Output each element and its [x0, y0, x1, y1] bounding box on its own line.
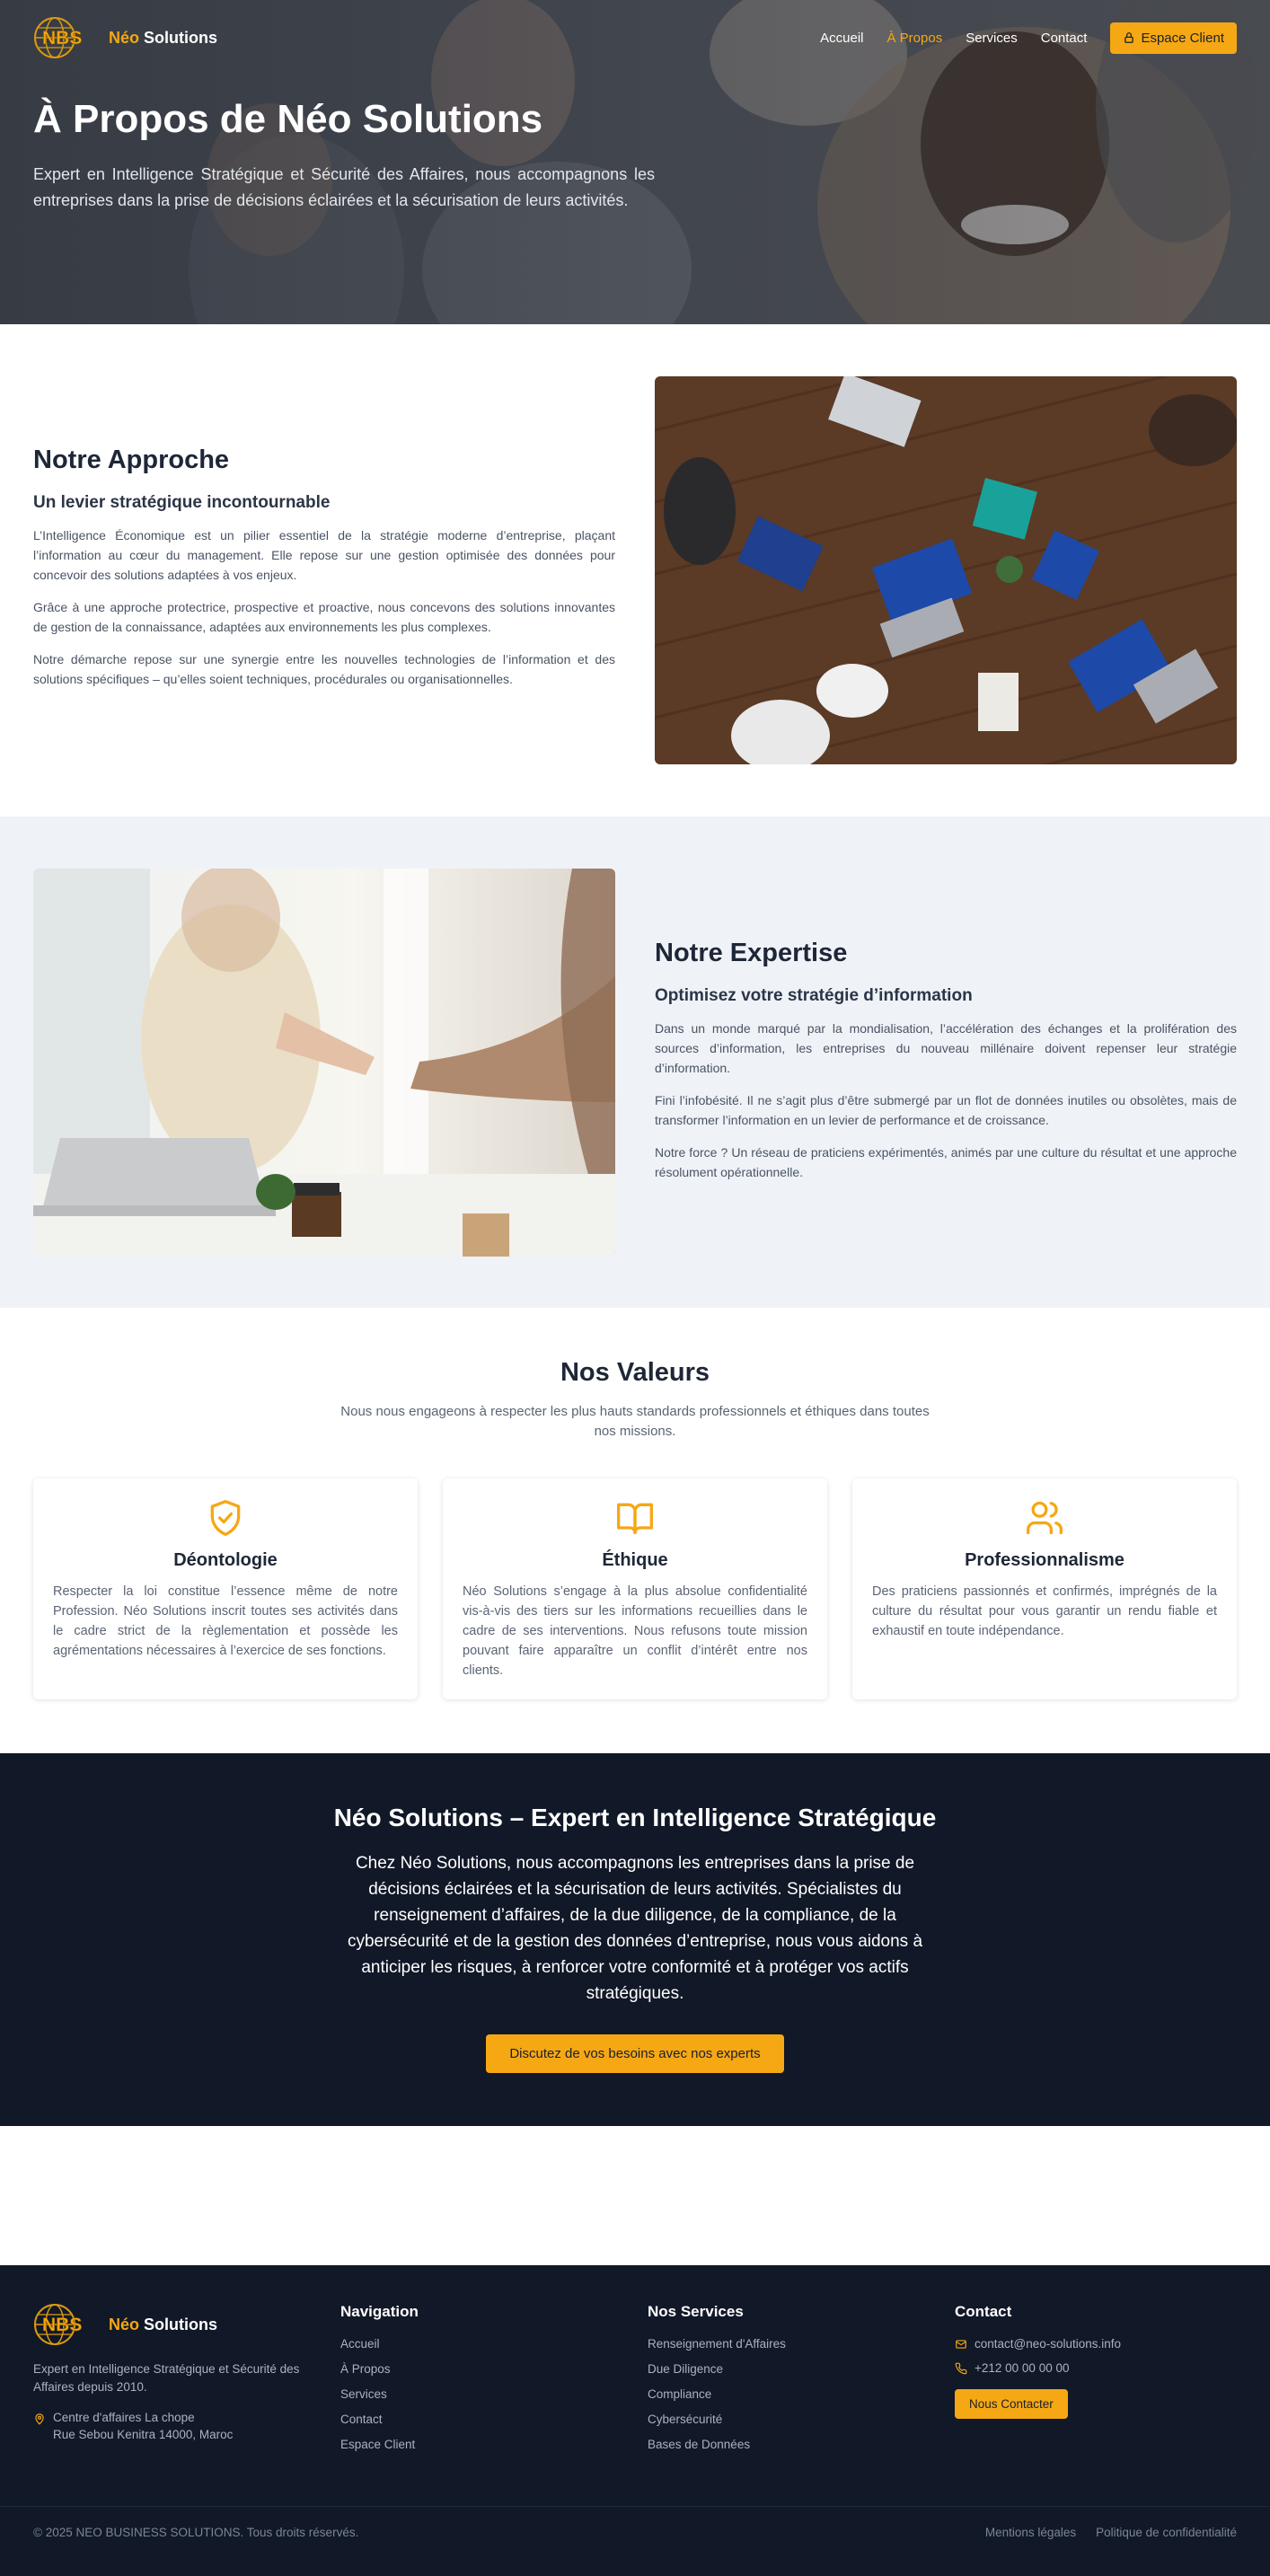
address-line: Centre d'affaires La chope	[53, 2411, 195, 2424]
approach-paragraph: Grâce à une approche protectrice, prospe…	[33, 600, 615, 634]
footer-contact-button[interactable]: Nous Contacter	[955, 2389, 1068, 2419]
value-card-title: Professionnalisme	[965, 1550, 1124, 1570]
privacy-policy-link[interactable]: Politique de confidentialité	[1096, 2526, 1237, 2539]
nbs-logo-icon: NBS	[34, 17, 83, 58]
lock-icon	[1124, 32, 1134, 43]
cta-section: Néo Solutions – Expert en Intelligence S…	[0, 1753, 1270, 2126]
address-line: Rue Sebou Kenitra 14000, Maroc	[53, 2428, 234, 2441]
value-card-professionnalisme: Professionnalisme Des praticiens passion…	[852, 1478, 1237, 1699]
footer-email[interactable]: contact@neo-solutions.info	[955, 2337, 1121, 2351]
value-card-ethique: Éthique Néo Solutions s’engage à la plus…	[443, 1478, 827, 1699]
footer-phone-text: +212 00 00 00 00	[975, 2361, 1070, 2375]
expertise-paragraph: Notre force ? Un réseau de praticiens ex…	[655, 1145, 1237, 1179]
brand-name: Néo Solutions	[109, 28, 218, 47]
footer-navigation-column: Navigation Accueil À Propos Services Con…	[340, 2303, 419, 2463]
value-card-title: Éthique	[602, 1550, 668, 1570]
footer-services-column: Nos Services Renseignement d'Affaires Du…	[648, 2303, 786, 2463]
footer-brand-column: NBS Néo Solutions Expert en Intelligence…	[33, 2303, 303, 2443]
nav-link-services[interactable]: Services	[966, 31, 1018, 46]
footer-contact-column: Contact contact@neo-solutions.info +212 …	[955, 2303, 1121, 2419]
value-card-title: Déontologie	[173, 1550, 278, 1570]
expertise-section: Notre Expertise Optimisez votre stratégi…	[0, 816, 1270, 1308]
svg-text:NBS: NBS	[42, 2315, 82, 2335]
client-area-button[interactable]: Espace Client	[1110, 22, 1237, 54]
approach-paragraph: L’Intelligence Économique est un pilier …	[33, 528, 615, 582]
nav-link-contact[interactable]: Contact	[1041, 31, 1088, 46]
approach-subtitle: Un levier stratégique incontournable	[33, 493, 331, 512]
users-icon	[1027, 1501, 1063, 1535]
approach-section: Notre Approche Un levier stratégique inc…	[0, 324, 1270, 816]
cta-title: Néo Solutions – Expert en Intelligence S…	[333, 1804, 937, 1831]
footer-email-text: contact@neo-solutions.info	[975, 2337, 1122, 2351]
footer-link-a-propos[interactable]: À Propos	[340, 2362, 419, 2376]
footer-address: Centre d'affaires La chope Rue Sebou Ken…	[33, 2409, 303, 2443]
value-card-deontologie: Déontologie Respecter la loi constitue l…	[33, 1478, 418, 1699]
values-title: Nos Valeurs	[560, 1358, 710, 1387]
footer-link-espace-client[interactable]: Espace Client	[340, 2438, 419, 2451]
nbs-logo-icon: NBS	[34, 2304, 83, 2345]
phone-icon	[955, 2362, 967, 2374]
hero-section: NBS Néo Solutions Accueil À Propos Servi…	[0, 0, 1270, 324]
cta-text: Chez Néo Solutions, nous accompagnons le…	[347, 1854, 923, 2003]
map-pin-icon	[35, 2413, 44, 2425]
footer-link-contact[interactable]: Contact	[340, 2413, 419, 2426]
footer-link-accueil[interactable]: Accueil	[340, 2337, 419, 2351]
approach-title: Notre Approche	[33, 446, 230, 474]
approach-text: Notre Approche Un levier stratégique inc…	[33, 446, 615, 689]
expertise-subtitle: Optimisez votre stratégie d’information	[655, 986, 973, 1005]
values-section: Nos Valeurs Nous nous engageons à respec…	[0, 1308, 1270, 1753]
top-navigation: NBS Néo Solutions Accueil À Propos Servi…	[33, 16, 1237, 59]
value-card-text: Néo Solutions s’engage à la plus absolue…	[463, 1584, 807, 1678]
contact-experts-button[interactable]: Discutez de vos besoins avec nos experts	[486, 2034, 784, 2073]
expertise-text: Notre Expertise Optimisez votre stratégi…	[655, 939, 1237, 1182]
shield-check-icon	[210, 1500, 241, 1536]
nav-link-accueil[interactable]: Accueil	[820, 31, 863, 46]
value-card-text: Des praticiens passionnés et confirmés, …	[872, 1584, 1217, 1638]
footer-contact-title: Contact	[955, 2303, 1012, 2320]
legal-links: Mentions légales Politique de confidenti…	[985, 2526, 1237, 2539]
nav-links: Accueil À Propos Services Contact Espace…	[820, 22, 1237, 54]
footer-brand-logo[interactable]: NBS Néo Solutions	[33, 2303, 303, 2346]
legal-notice-link[interactable]: Mentions légales	[985, 2526, 1076, 2539]
book-open-icon	[617, 1503, 653, 1535]
handshake-photo	[33, 869, 615, 1257]
footer-description: Expert en Intelligence Stratégique et Sé…	[33, 2362, 300, 2394]
footer-nav-title: Navigation	[340, 2303, 419, 2320]
client-area-label: Espace Client	[1141, 30, 1224, 46]
spacer-section	[0, 2126, 1270, 2265]
footer-service-link[interactable]: Compliance	[648, 2387, 786, 2401]
footer-bottom-bar: © 2025 NEO BUSINESS SOLUTIONS. Tous droi…	[33, 2526, 1237, 2539]
copyright-text: © 2025 NEO BUSINESS SOLUTIONS. Tous droi…	[33, 2526, 359, 2539]
footer-brand-name: Néo Solutions	[109, 2315, 218, 2333]
values-intro: Nous nous engageons à respecter les plus…	[340, 1404, 930, 1439]
brand-logo[interactable]: NBS Néo Solutions	[33, 16, 217, 59]
expertise-title: Notre Expertise	[655, 939, 848, 967]
value-card-text: Respecter la loi constitue l’essence mêm…	[53, 1584, 398, 1658]
footer-phone[interactable]: +212 00 00 00 00	[955, 2361, 1121, 2375]
expertise-paragraph: Fini l’infobésité. Il ne s’agit plus d’ê…	[655, 1093, 1237, 1127]
hero-subtitle: Expert en Intelligence Stratégique et Sé…	[33, 165, 655, 209]
footer-divider	[0, 2506, 1270, 2507]
footer-services-title: Nos Services	[648, 2303, 744, 2320]
page-title: À Propos de Néo Solutions	[33, 97, 543, 141]
mail-icon	[956, 2339, 966, 2349]
footer-link-services[interactable]: Services	[340, 2387, 419, 2401]
svg-text:NBS: NBS	[42, 28, 82, 49]
nav-link-a-propos[interactable]: À Propos	[887, 31, 943, 46]
expertise-paragraph: Dans un monde marqué par la mondialisati…	[655, 1021, 1237, 1075]
footer-service-link[interactable]: Renseignement d'Affaires	[648, 2337, 786, 2351]
footer-service-link[interactable]: Bases de Données	[648, 2438, 786, 2451]
footer-service-link[interactable]: Cybersécurité	[648, 2413, 786, 2426]
site-footer: NBS Néo Solutions Expert en Intelligence…	[0, 2265, 1270, 2576]
approach-paragraph: Notre démarche repose sur une synergie e…	[33, 652, 615, 686]
footer-service-link[interactable]: Due Diligence	[648, 2362, 786, 2376]
team-meeting-photo	[655, 376, 1237, 764]
